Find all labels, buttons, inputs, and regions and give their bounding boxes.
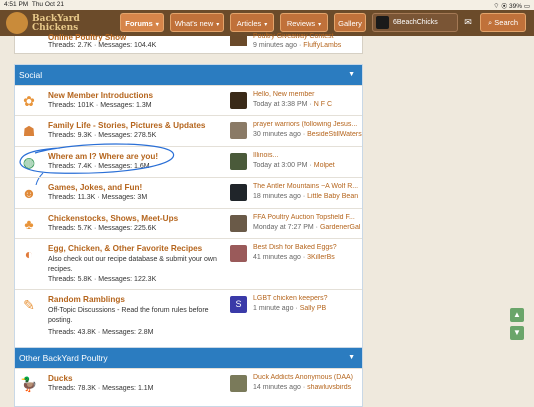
forum-row-online-poultry-show[interactable]: Online Poultry Show Threads: 2.7K · Mess…: [14, 33, 363, 54]
forum-stats: Threads: 101K · Messages: 1.3M: [48, 102, 152, 109]
search-button[interactable]: ⌕ Search: [480, 13, 526, 32]
latest-thread-title[interactable]: FFA Poultry Auction Topsfield F...: [253, 214, 363, 221]
latest-thread-title[interactable]: Illinois...: [253, 152, 363, 159]
forum-title[interactable]: Chickenstocks, Shows, Meet-Ups: [48, 214, 178, 223]
family-icon: ☗: [22, 123, 36, 139]
forum-title[interactable]: New Member Introductions: [48, 91, 153, 100]
forum-stats: Threads: 2.7K · Messages: 104.4K: [48, 42, 157, 49]
latest-meta: Today at 3:00 PM · Molpet: [253, 162, 335, 169]
forum-stats: Threads: 43.8K · Messages: 2.8M: [48, 329, 154, 336]
latest-thumbnail[interactable]: [230, 245, 247, 262]
latest-thumbnail[interactable]: [230, 92, 247, 109]
forum-stats: Threads: 5.8K · Messages: 122.3K: [48, 276, 157, 283]
latest-meta: 41 minutes ago · 3KillerBs: [253, 254, 335, 261]
latest-thread-title[interactable]: Poultry Giveaway Contest: [253, 33, 334, 40]
forum-row[interactable]: 🦆 Ducks Threads: 78.3K · Messages: 1.1M …: [15, 368, 362, 401]
latest-thumbnail[interactable]: [230, 184, 247, 201]
category-header[interactable]: Other BackYard Poultry ▼: [15, 348, 362, 368]
avatar: [376, 16, 389, 29]
nav-gallery[interactable]: Gallery: [334, 13, 366, 32]
forum-title[interactable]: Egg, Chicken, & Other Favorite Recipes: [48, 244, 202, 253]
chicken-logo-icon: [6, 12, 28, 34]
latest-meta: 1 minute ago · Sally PB: [253, 305, 327, 312]
latest-meta: 18 minutes ago · Little Baby Bean: [253, 193, 359, 200]
latest-thumbnail[interactable]: [230, 215, 247, 232]
chevron-down-icon: ▼: [513, 328, 521, 337]
forum-stats: Threads: 78.3K · Messages: 1.1M: [48, 385, 154, 392]
forum-row[interactable]: ✎ Random Ramblings Off-Topic Discussions…: [15, 289, 362, 344]
recipes-icon: ◐: [24, 246, 34, 262]
latest-meta: Today at 3:38 PM · N F C: [253, 101, 333, 108]
forum-title[interactable]: Online Poultry Show: [48, 33, 126, 42]
scroll-down-button[interactable]: ▼: [510, 326, 524, 340]
site-logo[interactable]: BackYard Chickens: [6, 12, 98, 34]
forum-title[interactable]: Random Ramblings: [48, 295, 125, 304]
games-icon: ☻: [21, 185, 37, 201]
forum-stats: Threads: 11.3K · Messages: 3M: [48, 194, 148, 201]
forum-stats: Threads: 9.3K · Messages: 278.5K: [48, 132, 157, 139]
latest-meta: 9 minutes ago · FluffyLambs: [253, 42, 342, 49]
nav-reviews[interactable]: Reviews ▾: [280, 13, 328, 32]
latest-thumbnail[interactable]: [230, 375, 247, 392]
nav-whats-new[interactable]: What's new ▾: [170, 13, 224, 32]
latest-thumbnail[interactable]: [230, 122, 247, 139]
collapse-icon[interactable]: ▼: [348, 65, 355, 85]
status-battery: ⌔ ◉ 39% ▭: [493, 3, 530, 10]
category-header[interactable]: Social ▼: [15, 65, 362, 85]
status-bar: 4:51 PM Thu Oct 21 ⌔ ◉ 39% ▭: [0, 0, 534, 10]
forum-row[interactable]: ♣ Chickenstocks, Shows, Meet-Ups Threads…: [15, 208, 362, 238]
forum-row[interactable]: ◍ Where am I? Where are you! Threads: 7.…: [15, 143, 363, 185]
chevron-down-icon: ▾: [216, 22, 220, 28]
latest-meta: 14 minutes ago · shawluvsbirds: [253, 384, 352, 391]
forum-title[interactable]: Family Life - Stories, Pictures & Update…: [48, 121, 205, 130]
forum-title[interactable]: Ducks: [48, 374, 73, 383]
latest-thumbnail[interactable]: [230, 153, 247, 170]
category-other-backyard-poultry: Other BackYard Poultry ▼ 🦆 Ducks Threads:…: [14, 347, 363, 407]
nav-forums[interactable]: Forums ▾: [120, 13, 164, 32]
duck-icon: 🦆: [20, 376, 38, 392]
chevron-down-icon: ▾: [318, 22, 322, 28]
forum-description: Also check out our recipe database & sub…: [48, 256, 217, 273]
latest-thread-title[interactable]: prayer warriors (following Jesus...: [253, 121, 363, 128]
status-time-date: 4:51 PM Thu Oct 21: [4, 1, 64, 8]
introductions-icon: ✿: [23, 93, 35, 109]
forum-row[interactable]: ◐ Egg, Chicken, & Other Favorite Recipes…: [15, 238, 362, 289]
forum-row[interactable]: ☻ Games, Jokes, and Fun! Threads: 11.3K …: [15, 177, 362, 208]
ramblings-icon: ✎: [23, 297, 35, 313]
chevron-down-icon: ▾: [155, 22, 159, 28]
chevron-down-icon: ▾: [264, 22, 268, 28]
latest-meta: 30 minutes ago · BesideStillWaters: [253, 131, 362, 138]
scroll-up-button[interactable]: ▲: [510, 308, 524, 322]
latest-thread-title[interactable]: LGBT chicken keepers?: [253, 295, 363, 302]
meetups-icon: ♣: [24, 216, 34, 232]
category-social: Social ▼ ✿ New Member Introductions Threa…: [14, 64, 363, 360]
latest-thread-title[interactable]: Duck Addicts Anonymous (DAA): [253, 374, 363, 381]
latest-thumbnail[interactable]: [230, 36, 247, 46]
latest-thread-title[interactable]: Best Dish for Baked Eggs?: [253, 244, 363, 251]
chevron-up-icon: ▲: [513, 310, 521, 319]
search-icon: ⌕: [487, 18, 493, 27]
forum-title[interactable]: Games, Jokes, and Fun!: [48, 183, 142, 192]
forum-stats: Threads: 5.7K · Messages: 225.6K: [48, 225, 157, 232]
collapse-icon[interactable]: ▼: [348, 348, 355, 368]
avatar[interactable]: S: [230, 296, 247, 313]
forum-row[interactable]: ✿ New Member Introductions Threads: 101K…: [15, 85, 362, 115]
user-menu[interactable]: 6BeachChicks: [372, 13, 458, 32]
forum-row[interactable]: ☗ Family Life - Stories, Pictures & Upda…: [15, 115, 362, 146]
forum-description: Off-Topic Discussions - Read the forum r…: [48, 307, 209, 324]
latest-thread-title[interactable]: The Antler Mountains ~A Wolf R...: [253, 183, 363, 190]
nav-articles[interactable]: Articles ▾: [230, 13, 274, 32]
latest-thread-title[interactable]: Hello, New member: [253, 91, 363, 98]
inbox-icon[interactable]: ✉: [459, 13, 477, 32]
latest-meta: Monday at 7:27 PM · GardenerGal: [253, 224, 361, 231]
